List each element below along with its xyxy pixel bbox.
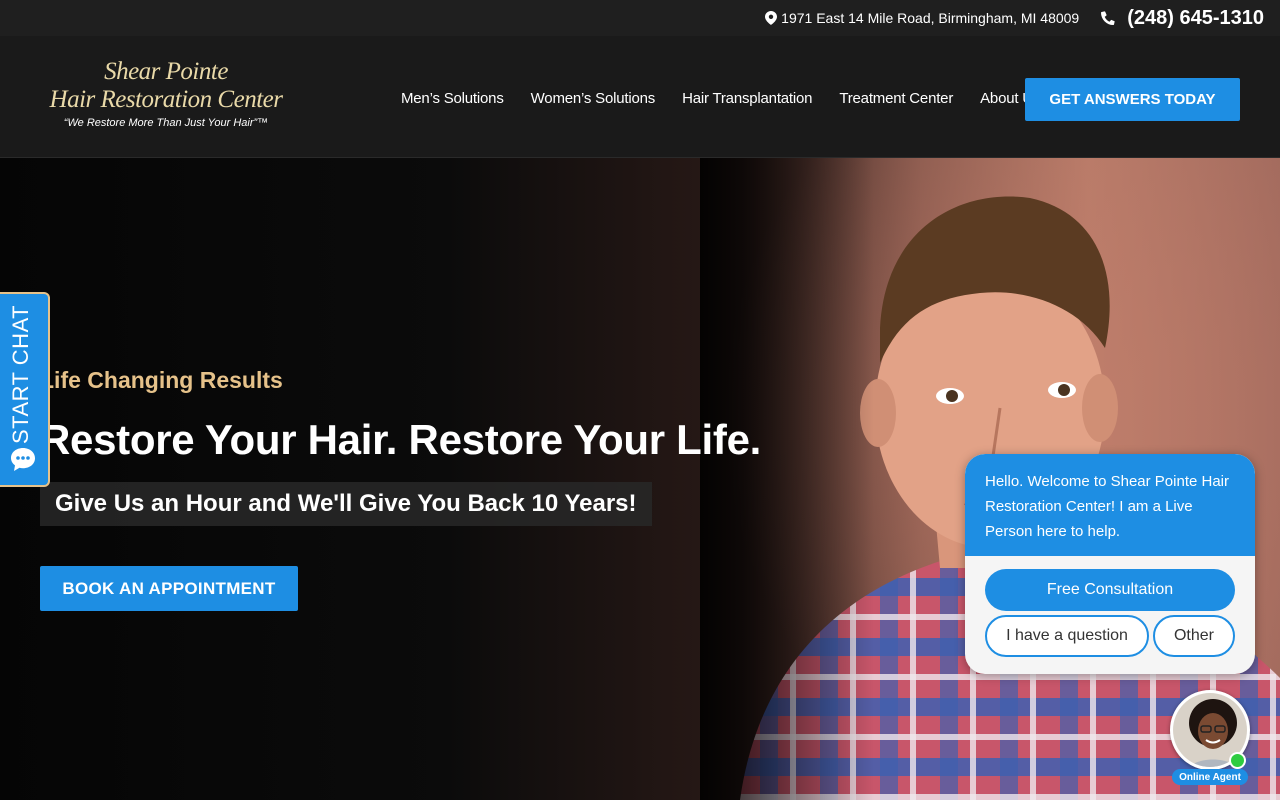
hero-headline: Restore Your Hair. Restore Your Life.: [40, 416, 762, 463]
nav-hair-transplantation[interactable]: Hair Transplantation: [682, 90, 812, 107]
free-consultation-button[interactable]: Free Consultation: [985, 569, 1235, 611]
site-header: Shear Pointe Hair Restoration Center “We…: [0, 36, 1280, 158]
top-bar: 1971 East 14 Mile Road, Birmingham, MI 4…: [0, 0, 1280, 36]
chat-widget: Hello. Welcome to Shear Pointe Hair Rest…: [965, 454, 1255, 674]
get-answers-button[interactable]: GET ANSWERS TODAY: [1025, 78, 1240, 121]
nav-womens-solutions[interactable]: Women’s Solutions: [531, 90, 656, 107]
book-appointment-button[interactable]: BOOK AN APPOINTMENT: [40, 566, 298, 611]
logo-line-1: Shear Pointe: [104, 58, 228, 85]
phone-link[interactable]: (248) 645-1310: [1101, 7, 1264, 30]
address-text: 1971 East 14 Mile Road, Birmingham, MI 4…: [781, 10, 1080, 26]
start-chat-tab[interactable]: START CHAT: [0, 292, 50, 487]
logo-tagline: “We Restore More Than Just Your Hair”™: [63, 117, 269, 129]
online-status-dot: [1229, 752, 1246, 769]
logo[interactable]: Shear Pointe Hair Restoration Center “We…: [40, 58, 292, 129]
online-agent-label[interactable]: Online Agent: [1172, 769, 1248, 785]
address[interactable]: 1971 East 14 Mile Road, Birmingham, MI 4…: [765, 10, 1079, 26]
nav-treatment-center[interactable]: Treatment Center: [839, 90, 953, 107]
other-button[interactable]: Other: [1153, 615, 1235, 657]
nav-mens-solutions[interactable]: Men’s Solutions: [401, 90, 504, 107]
phone-icon: [1101, 11, 1115, 25]
phone-number: (248) 645-1310: [1127, 6, 1264, 29]
logo-line-2: Hair Restoration Center: [49, 86, 283, 113]
have-a-question-button[interactable]: I have a question: [985, 615, 1149, 657]
start-chat-label: START CHAT: [8, 304, 33, 444]
main-nav: Men’s Solutions Women’s Solutions Hair T…: [401, 90, 1067, 107]
hero-subheadline: Give Us an Hour and We'll Give You Back …: [40, 482, 652, 526]
chat-welcome-message: Hello. Welcome to Shear Pointe Hair Rest…: [965, 454, 1255, 556]
map-pin-icon: [765, 11, 778, 25]
hero-eyebrow: Life Changing Results: [40, 367, 283, 393]
chat-bubble-icon: [11, 448, 35, 471]
